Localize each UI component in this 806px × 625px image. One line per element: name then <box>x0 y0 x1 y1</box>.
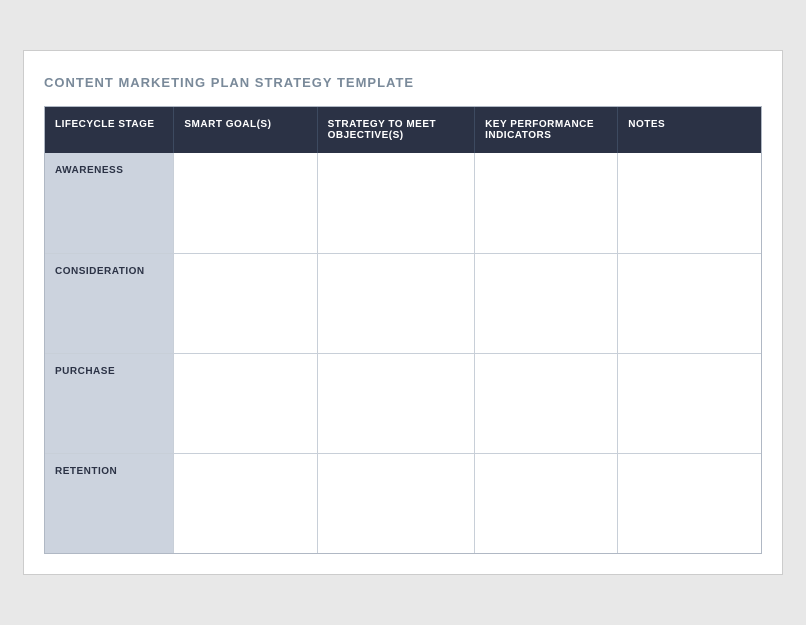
awareness-smart-goals[interactable] <box>174 153 317 253</box>
header-kpi: KEY PERFORMANCE INDICATORS <box>475 107 618 153</box>
stage-consideration: CONSIDERATION <box>45 253 174 353</box>
header-smart-goals: SMART GOAL(S) <box>174 107 317 153</box>
table-row: PURCHASE <box>45 353 761 453</box>
stage-awareness: AWARENESS <box>45 153 174 253</box>
purchase-strategy[interactable] <box>317 353 475 453</box>
table-wrapper: LIFECYCLE STAGE SMART GOAL(S) STRATEGY T… <box>44 106 762 554</box>
purchase-smart-goals[interactable] <box>174 353 317 453</box>
stage-purchase: PURCHASE <box>45 353 174 453</box>
header-notes: NOTES <box>618 107 761 153</box>
retention-notes[interactable] <box>618 453 761 553</box>
table-row: AWARENESS <box>45 153 761 253</box>
header-lifecycle-stage: LIFECYCLE STAGE <box>45 107 174 153</box>
page-container: CONTENT MARKETING PLAN STRATEGY TEMPLATE… <box>23 50 783 575</box>
strategy-table: LIFECYCLE STAGE SMART GOAL(S) STRATEGY T… <box>45 107 761 553</box>
retention-kpi[interactable] <box>475 453 618 553</box>
retention-strategy[interactable] <box>317 453 475 553</box>
consideration-strategy[interactable] <box>317 253 475 353</box>
awareness-strategy[interactable] <box>317 153 475 253</box>
awareness-notes[interactable] <box>618 153 761 253</box>
awareness-kpi[interactable] <box>475 153 618 253</box>
consideration-notes[interactable] <box>618 253 761 353</box>
stage-retention: RETENTION <box>45 453 174 553</box>
purchase-kpi[interactable] <box>475 353 618 453</box>
page-title: CONTENT MARKETING PLAN STRATEGY TEMPLATE <box>44 75 762 90</box>
table-header-row: LIFECYCLE STAGE SMART GOAL(S) STRATEGY T… <box>45 107 761 153</box>
purchase-notes[interactable] <box>618 353 761 453</box>
table-row: CONSIDERATION <box>45 253 761 353</box>
consideration-smart-goals[interactable] <box>174 253 317 353</box>
table-row: RETENTION <box>45 453 761 553</box>
consideration-kpi[interactable] <box>475 253 618 353</box>
retention-smart-goals[interactable] <box>174 453 317 553</box>
header-strategy: STRATEGY TO MEET OBJECTIVE(S) <box>317 107 475 153</box>
